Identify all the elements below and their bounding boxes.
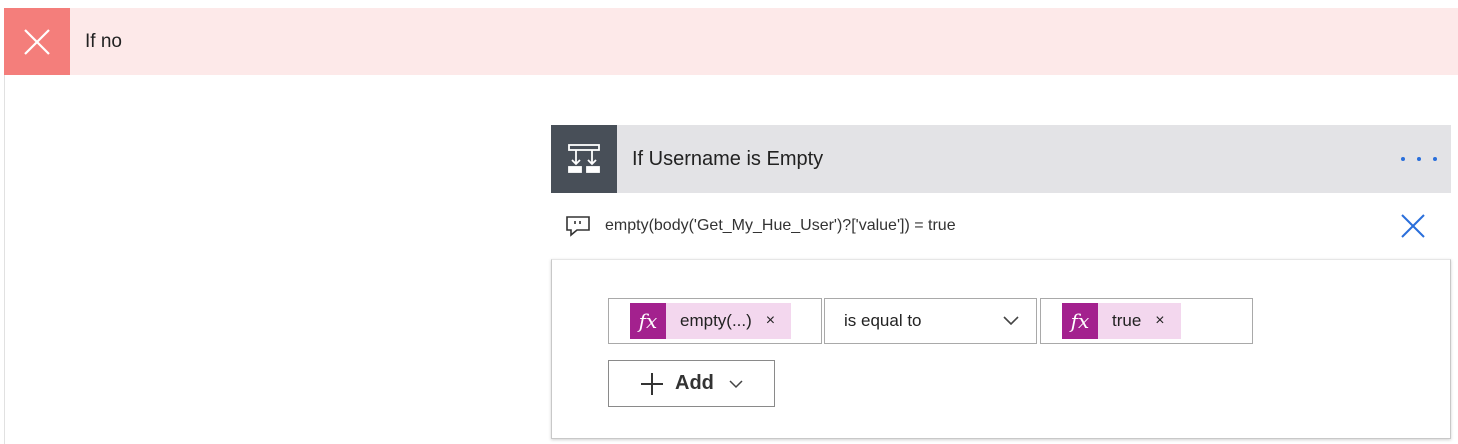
remove-token-button[interactable]: × bbox=[766, 312, 775, 330]
right-operand-field[interactable]: fx true × bbox=[1040, 298, 1253, 344]
condition-editor-panel: fx empty(...) × is equal to fx true × Ad… bbox=[551, 259, 1451, 439]
fx-icon: fx bbox=[1062, 303, 1098, 339]
left-operand-field[interactable]: fx empty(...) × bbox=[608, 298, 822, 344]
chevron-down-icon bbox=[1003, 316, 1019, 326]
chevron-down-icon bbox=[729, 379, 743, 388]
condition-card-header[interactable]: If Username is Empty bbox=[551, 125, 1451, 193]
if-no-branch-header[interactable]: If no bbox=[4, 8, 1458, 75]
close-icon[interactable] bbox=[1399, 212, 1427, 240]
add-button[interactable]: Add bbox=[608, 360, 775, 407]
more-options-icon[interactable] bbox=[1401, 149, 1437, 169]
operator-select[interactable]: is equal to bbox=[824, 298, 1037, 344]
add-button-label: Add bbox=[675, 372, 714, 394]
expression-text: empty(body('Get_My_Hue_User')?['value'])… bbox=[605, 217, 956, 234]
condition-card: If Username is Empty empty(body('Get_My_… bbox=[551, 125, 1451, 439]
close-icon bbox=[4, 8, 70, 75]
token-label: true bbox=[1112, 311, 1142, 330]
remove-token-button[interactable]: × bbox=[1155, 312, 1164, 330]
right-operand-token[interactable]: fx true × bbox=[1062, 303, 1181, 339]
branch-title: If no bbox=[85, 30, 122, 52]
condition-title: If Username is Empty bbox=[632, 147, 824, 170]
plus-icon bbox=[641, 372, 663, 395]
operator-selected: is equal to bbox=[844, 311, 922, 330]
condition-icon bbox=[551, 125, 617, 193]
fx-icon: fx bbox=[630, 303, 666, 339]
expression-row[interactable]: empty(body('Get_My_Hue_User')?['value'])… bbox=[551, 193, 1451, 259]
token-label: empty(...) bbox=[680, 311, 752, 330]
comment-icon bbox=[565, 213, 591, 239]
left-operand-token[interactable]: fx empty(...) × bbox=[630, 303, 792, 339]
